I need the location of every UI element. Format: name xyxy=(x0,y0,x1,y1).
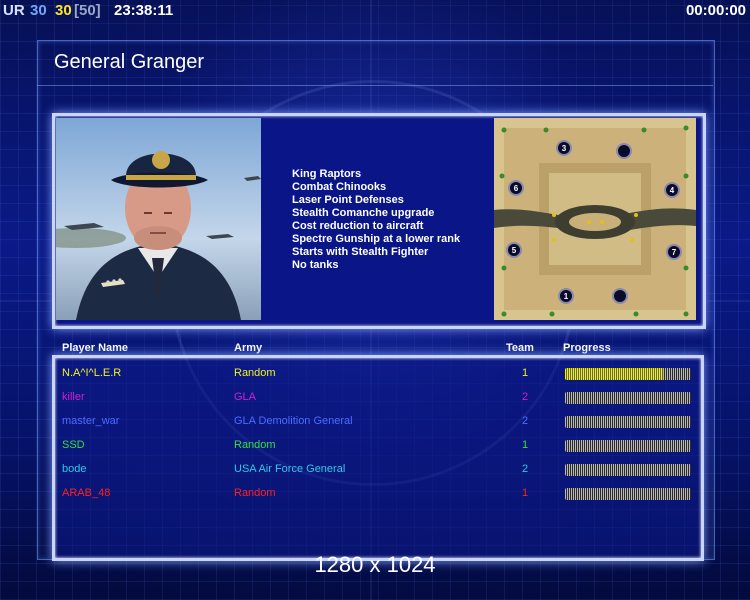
player-progress-bar xyxy=(565,464,691,476)
perk-item: Laser Point Defenses xyxy=(292,194,404,206)
map-preview: 3 4 6 5 7 1 xyxy=(494,118,696,320)
player-progress-bar xyxy=(565,392,691,404)
hud-clock: 23:38:11 xyxy=(114,2,174,19)
player-army: GLA Demolition General xyxy=(234,415,353,427)
player-row: master_war GLA Demolition General 2 xyxy=(0,415,750,435)
player-row: killer GLA 2 xyxy=(0,391,750,411)
resolution-label: 1280 x 1024 xyxy=(314,552,436,577)
perk-item: No tanks xyxy=(292,259,339,271)
player-team: 2 xyxy=(522,463,529,475)
hud-ur-label: UR xyxy=(3,2,25,19)
player-row: bode USA Air Force General 2 xyxy=(0,463,750,483)
general-title: General Granger xyxy=(54,51,205,73)
general-portrait-image xyxy=(56,118,261,320)
player-progress-bar xyxy=(565,368,691,380)
general-perk-list: King Raptors Combat Chinooks Laser Point… xyxy=(292,168,460,272)
perk-item: King Raptors xyxy=(292,168,362,180)
hud-top-bar: UR 30 30 [50] 23:38:11 00:00:00 xyxy=(0,0,750,22)
player-army: USA Air Force General xyxy=(234,463,346,475)
player-name: master_war xyxy=(62,415,120,427)
map-start-label: 1 xyxy=(564,292,569,301)
player-row: ARAB_48 Random 1 xyxy=(0,487,750,507)
player-team: 2 xyxy=(522,415,529,427)
player-name: N.A^I^L.E.R xyxy=(62,367,122,379)
map-start-label: 3 xyxy=(562,144,567,153)
map-start-label: 6 xyxy=(514,184,519,193)
column-header-army: Army xyxy=(234,342,263,354)
player-progress-bar xyxy=(565,488,691,500)
player-row: N.A^I^L.E.R Random 1 xyxy=(0,367,750,387)
general-portrait xyxy=(56,118,261,320)
player-team: 2 xyxy=(522,391,529,403)
player-army: Random xyxy=(234,439,276,451)
perk-item: Starts with Stealth Fighter xyxy=(292,246,429,258)
perk-item: Spectre Gunship at a lower rank xyxy=(292,233,461,245)
perk-item: Combat Chinooks xyxy=(292,181,387,193)
player-army: Random xyxy=(234,487,276,499)
column-header-progress: Progress xyxy=(563,342,611,354)
player-progress-bar xyxy=(565,416,691,428)
player-progress-bar xyxy=(565,440,691,452)
perk-item: Stealth Comanche upgrade xyxy=(292,207,435,219)
column-header-team: Team xyxy=(506,342,534,354)
player-row: SSD Random 1 xyxy=(0,439,750,459)
map-start-label: 5 xyxy=(512,246,517,255)
map-preview-image: 3 4 6 5 7 1 xyxy=(494,118,696,320)
hud-value-a: 30 xyxy=(30,2,47,19)
player-progress-fill xyxy=(565,368,664,380)
column-header-player: Player Name xyxy=(62,342,129,354)
map-start-label: 4 xyxy=(670,186,675,195)
perk-item: Cost reduction to aircraft xyxy=(292,220,424,232)
map-start-label: 7 xyxy=(672,248,677,257)
player-name: SSD xyxy=(62,439,85,451)
player-team: 1 xyxy=(522,367,529,379)
player-name: killer xyxy=(62,391,85,403)
title-divider xyxy=(37,85,713,86)
hud-game-timer: 00:00:00 xyxy=(685,2,746,19)
player-name: bode xyxy=(62,463,87,475)
hud-value-limit: [50] xyxy=(74,2,101,19)
player-team: 1 xyxy=(522,439,529,451)
player-team: 1 xyxy=(522,487,529,499)
hud-value-b: 30 xyxy=(55,2,72,19)
player-name: ARAB_48 xyxy=(62,487,111,499)
player-army: GLA xyxy=(234,391,257,403)
player-army: Random xyxy=(234,367,276,379)
